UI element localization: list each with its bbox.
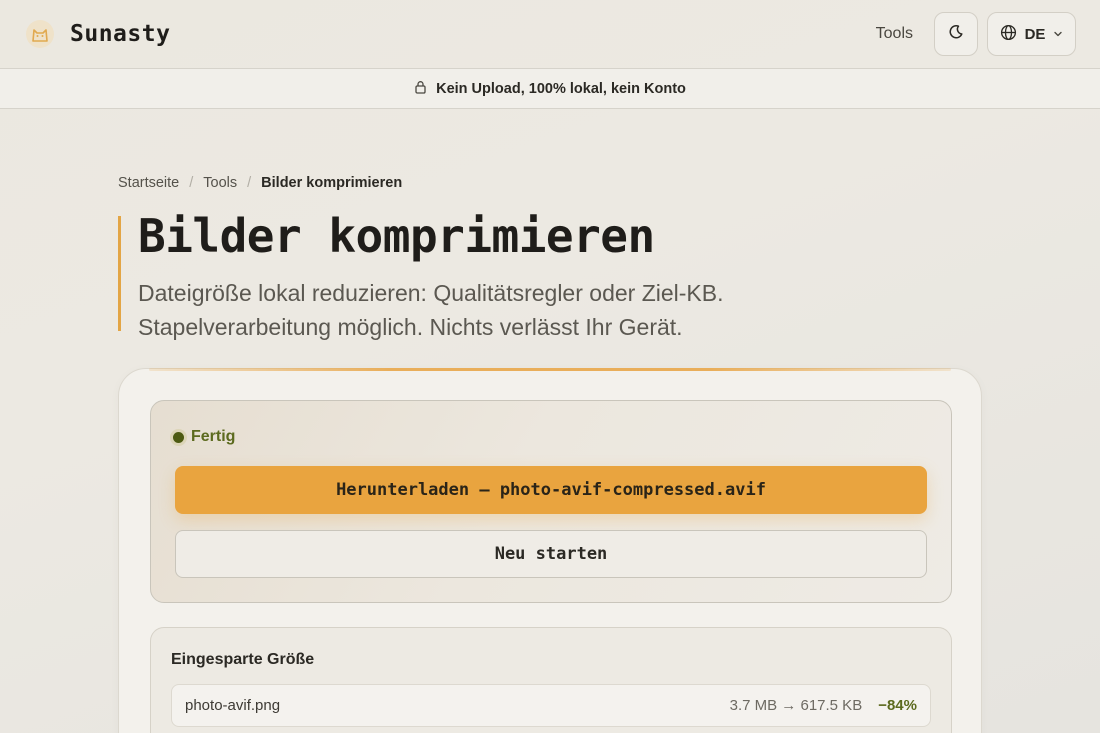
breadcrumb-separator: / (189, 175, 194, 191)
nav-tools-link[interactable]: Tools (876, 25, 913, 43)
breadcrumb-home[interactable]: Startseite (118, 175, 179, 191)
savings-title: Eingesparte Größe (171, 651, 315, 668)
status-indicator: Fertig (173, 428, 235, 446)
theme-toggle-button[interactable] (934, 12, 978, 56)
savings-panel: Eingesparte Größe photo-avif.png 3.7 MB … (150, 627, 952, 733)
restart-button[interactable]: Neu starten (175, 530, 927, 578)
top-header: Sunasty Tools DE (0, 0, 1100, 69)
lock-icon (414, 80, 427, 98)
breadcrumb-separator: / (247, 175, 252, 191)
file-size-change: 3.7 MB → 617.5 KB (729, 697, 863, 714)
page-title: Bilder komprimieren (138, 209, 655, 263)
breadcrumb-current: Bilder komprimieren (261, 175, 403, 191)
download-button[interactable]: Herunterladen — photo-avif-compressed.av… (175, 466, 927, 514)
file-row: photo-avif.png 3.7 MB → 617.5 KB −84% (171, 684, 931, 727)
privacy-notice-bar: Kein Upload, 100% lokal, kein Konto (0, 69, 1100, 109)
breadcrumb: Startseite / Tools / Bilder komprimieren (118, 175, 402, 191)
brand-name: Sunasty (70, 21, 171, 47)
file-saving-percent: −84% (878, 697, 917, 714)
chevron-down-icon (1053, 26, 1063, 43)
file-name: photo-avif.png (185, 697, 281, 714)
moon-icon (948, 24, 964, 45)
language-label: DE (1024, 25, 1046, 43)
globe-icon (1000, 24, 1017, 45)
language-select-button[interactable]: DE (987, 12, 1076, 56)
privacy-notice-text: Kein Upload, 100% lokal, kein Konto (436, 80, 686, 97)
brand-link[interactable]: Sunasty (24, 18, 170, 50)
page-description: Dateigröße lokal reduzieren: Qualitätsre… (138, 280, 724, 340)
card-accent-line (149, 368, 951, 371)
status-dot-icon (173, 431, 184, 443)
header-nav: Tools DE (876, 12, 1076, 56)
tool-card: Fertig Herunterladen — photo-avif-compre… (118, 368, 982, 733)
result-panel: Fertig Herunterladen — photo-avif-compre… (150, 400, 952, 603)
breadcrumb-tools[interactable]: Tools (203, 175, 237, 191)
status-text: Fertig (191, 428, 236, 445)
cat-logo-icon (24, 18, 56, 50)
page-header: Bilder komprimieren Dateigröße lokal red… (118, 209, 938, 340)
